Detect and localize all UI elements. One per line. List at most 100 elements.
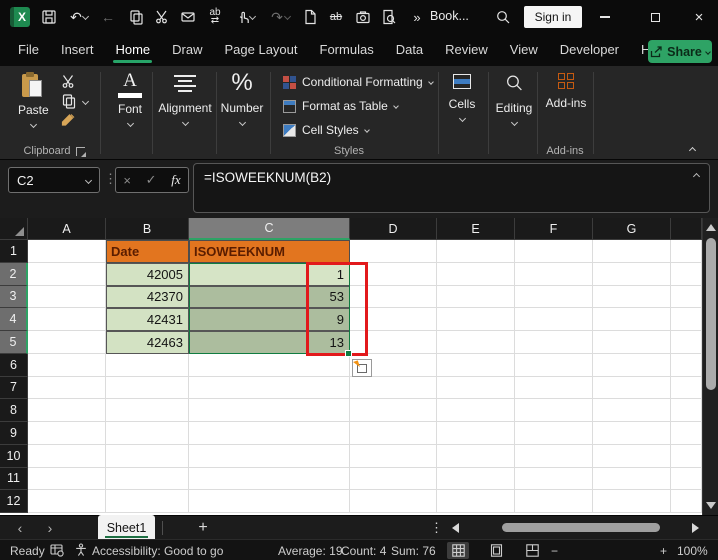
cells-menu[interactable]: Cells — [442, 74, 482, 123]
grid-cell[interactable] — [106, 376, 189, 400]
grid-cell[interactable] — [106, 399, 189, 422]
cell-B3[interactable]: 42370 — [106, 285, 189, 309]
scroll-left-icon[interactable] — [452, 523, 459, 533]
grid-cell[interactable] — [106, 490, 189, 513]
paste-button[interactable]: Paste — [18, 72, 49, 129]
grid-cell[interactable] — [28, 490, 106, 513]
accessibility-status[interactable]: Accessibility: Good to go — [92, 544, 223, 558]
clipboard-dialog-launcher[interactable] — [76, 147, 86, 157]
cell-C1[interactable]: ISOWEEKNUM — [189, 240, 350, 263]
column-header-E[interactable]: E — [437, 218, 515, 240]
grid-cell[interactable] — [515, 308, 593, 331]
column-header-D[interactable]: D — [350, 218, 437, 240]
grid-cell[interactable] — [515, 353, 593, 377]
ribbon-tab-page-layout[interactable]: Page Layout — [214, 34, 309, 66]
ribbon-tab-formulas[interactable]: Formulas — [309, 34, 385, 66]
enter-icon[interactable]: ✓ — [146, 172, 157, 188]
addins-button[interactable]: Add-ins — [545, 73, 587, 110]
grid-cell[interactable] — [437, 490, 515, 513]
camera-icon[interactable] — [350, 4, 376, 30]
grid-cell[interactable] — [515, 262, 593, 286]
cancel-icon[interactable]: × — [123, 173, 131, 188]
grid-cell[interactable] — [350, 490, 437, 513]
collapse-formula-bar-icon[interactable] — [692, 172, 701, 181]
grid-cell[interactable] — [28, 376, 106, 400]
grid-cell[interactable] — [189, 444, 350, 468]
column-header-partial[interactable] — [671, 218, 702, 240]
cut-button[interactable] — [60, 74, 77, 94]
grid-cell[interactable] — [437, 331, 515, 354]
select-all-corner[interactable] — [0, 218, 28, 240]
grid-cell[interactable] — [671, 285, 702, 309]
column-header-B[interactable]: B — [106, 218, 189, 240]
grid-cell[interactable] — [593, 376, 671, 400]
page-layout-view-button[interactable] — [485, 542, 507, 559]
grid-cell[interactable] — [671, 444, 702, 468]
search-icon[interactable] — [490, 4, 516, 30]
grid-cell[interactable] — [28, 240, 106, 263]
editing-menu[interactable]: Editing — [492, 73, 536, 127]
grid-cell[interactable] — [593, 399, 671, 422]
cell-C3[interactable]: 53 — [189, 285, 350, 309]
grid-cell[interactable] — [350, 331, 437, 354]
more-commands-icon[interactable]: » — [404, 4, 430, 30]
grid-cell[interactable] — [437, 285, 515, 309]
grid-cell[interactable] — [28, 285, 106, 309]
grid-cell[interactable] — [28, 353, 106, 377]
cut-icon[interactable] — [149, 4, 175, 30]
zoom-in-button[interactable]: + — [660, 544, 667, 558]
fill-handle[interactable] — [345, 350, 352, 357]
grid-cell[interactable] — [671, 422, 702, 445]
new-file-icon[interactable] — [297, 4, 323, 30]
grid-cell[interactable] — [350, 422, 437, 445]
grid-cell[interactable] — [671, 262, 702, 286]
grid-cell[interactable] — [593, 490, 671, 513]
zoom-level[interactable]: 100% — [677, 544, 708, 558]
row-header-12[interactable]: 12 — [0, 490, 28, 513]
ribbon-tab-review[interactable]: Review — [434, 34, 499, 66]
grid-cell[interactable] — [437, 467, 515, 491]
minimize-button[interactable] — [590, 0, 620, 34]
grid-cell[interactable] — [515, 240, 593, 263]
row-header-8[interactable]: 8 — [0, 399, 28, 422]
autofill-options-button[interactable] — [352, 359, 372, 377]
grid-cell[interactable] — [593, 467, 671, 491]
grid-cell[interactable] — [350, 399, 437, 422]
grid-cell[interactable] — [593, 308, 671, 331]
grid-cell[interactable] — [28, 444, 106, 468]
grid-cell[interactable] — [28, 467, 106, 491]
ribbon-tab-insert[interactable]: Insert — [50, 34, 105, 66]
row-header-1[interactable]: 1 — [0, 240, 28, 263]
sheet-options-icon[interactable]: ⋮ — [430, 520, 443, 536]
cell-B5[interactable]: 42463 — [106, 331, 189, 354]
column-header-F[interactable]: F — [515, 218, 593, 240]
grid-cell[interactable] — [671, 353, 702, 377]
grid-cell[interactable] — [28, 262, 106, 286]
scroll-up-icon[interactable] — [705, 224, 716, 231]
grid-cell[interactable] — [515, 490, 593, 513]
row-header-2[interactable]: 2 — [0, 262, 28, 286]
grid-cell[interactable] — [671, 490, 702, 513]
ribbon-tab-home[interactable]: Home — [104, 34, 161, 66]
grid-cell[interactable] — [106, 422, 189, 445]
accessibility-icon[interactable] — [74, 543, 88, 560]
collapse-ribbon-icon[interactable] — [688, 146, 697, 155]
grid-cell[interactable] — [593, 422, 671, 445]
grid-cell[interactable] — [189, 399, 350, 422]
grid-cell[interactable] — [437, 240, 515, 263]
grid-cell[interactable] — [189, 422, 350, 445]
font-menu[interactable]: A Font — [110, 71, 150, 128]
page-break-view-button[interactable] — [521, 542, 543, 559]
grid-cell[interactable] — [515, 285, 593, 309]
grid-cell[interactable] — [106, 444, 189, 468]
grid-cell[interactable] — [671, 240, 702, 263]
save-icon[interactable] — [36, 4, 62, 30]
grid-cell[interactable] — [671, 331, 702, 354]
grid-cell[interactable] — [350, 376, 437, 400]
grid-cell[interactable] — [437, 422, 515, 445]
sign-in-button[interactable]: Sign in — [524, 6, 582, 28]
scroll-right-icon[interactable] — [692, 523, 699, 533]
ribbon-tab-draw[interactable]: Draw — [161, 34, 213, 66]
number-menu[interactable]: % Number — [218, 70, 266, 127]
horizontal-scrollbar-thumb[interactable] — [502, 523, 660, 532]
